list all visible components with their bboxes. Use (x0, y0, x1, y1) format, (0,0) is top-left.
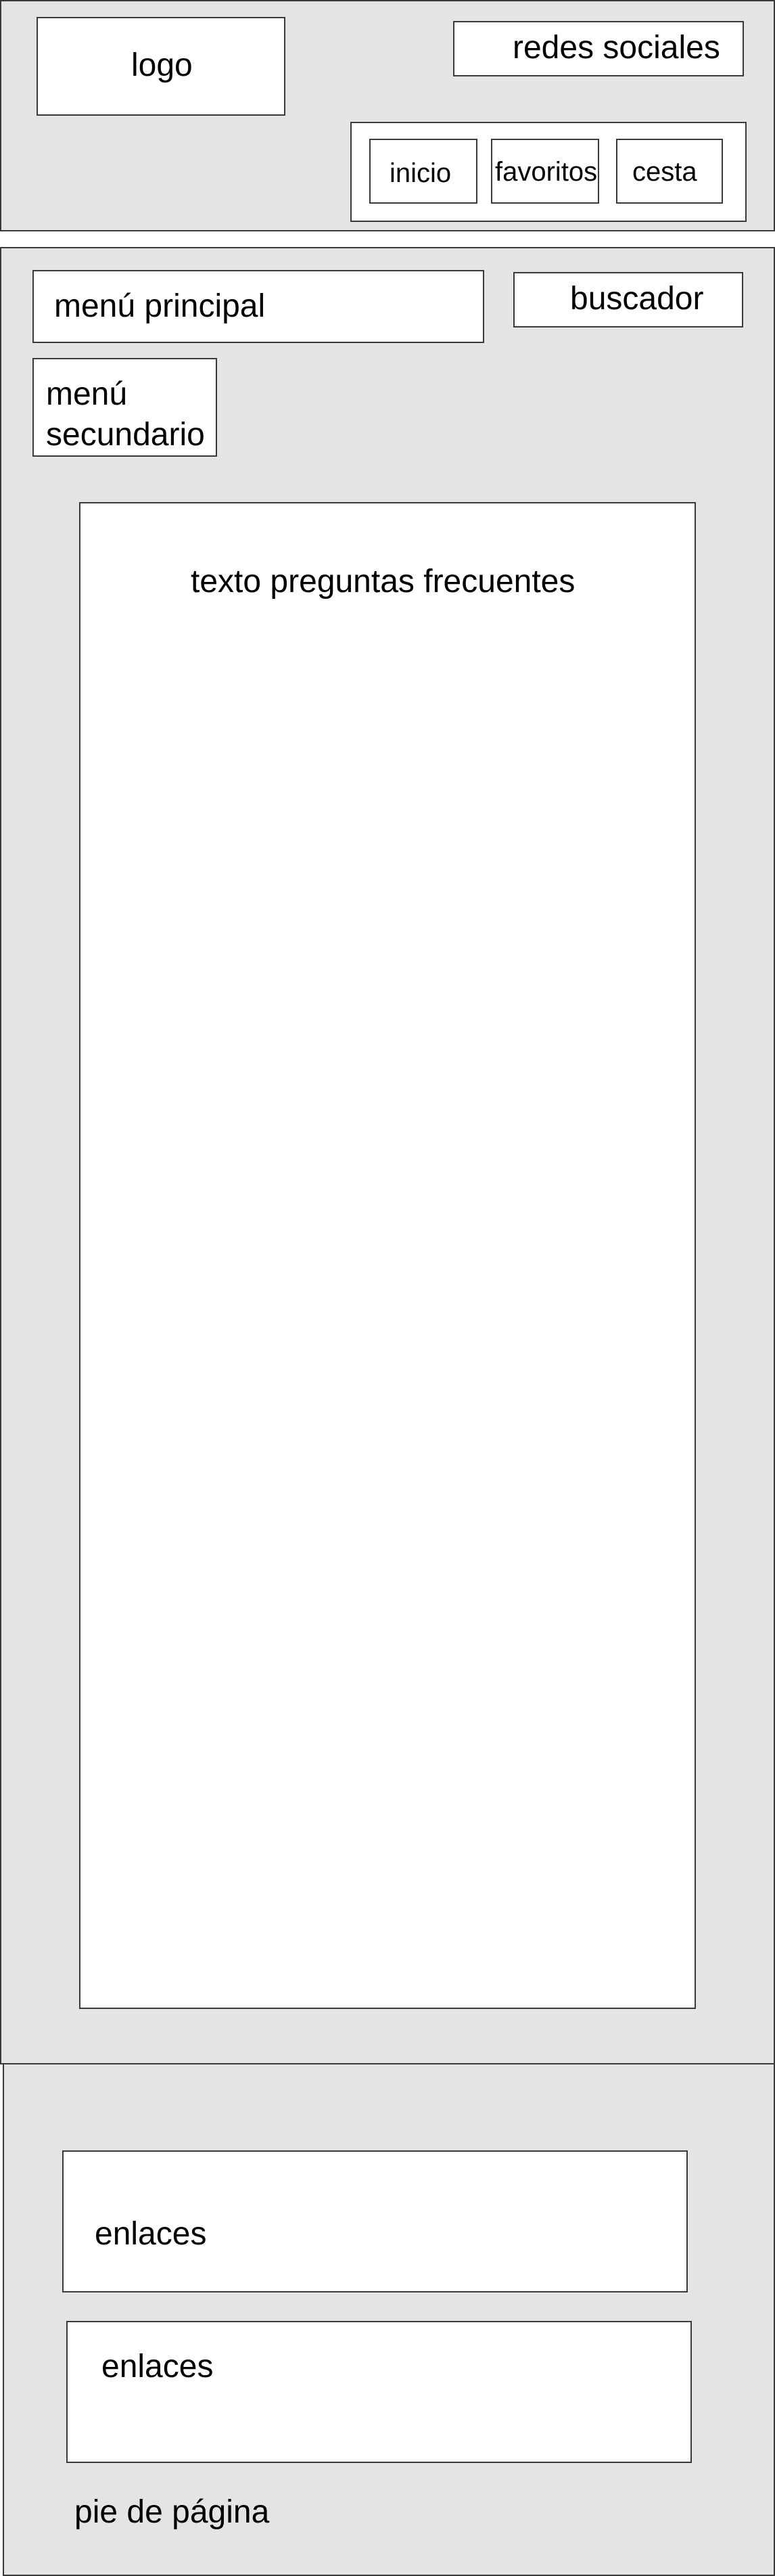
nav-cesta-label: cesta (632, 157, 697, 187)
footer-links-label-1: enlaces (95, 2216, 207, 2252)
social-media-box[interactable]: redes sociales (453, 21, 744, 76)
logo-box[interactable]: logo (37, 17, 285, 116)
secondary-menu-label-line2: secundario (46, 417, 205, 453)
main-menu-box[interactable]: menú principal (32, 270, 484, 343)
secondary-menu-label-line1: menú (46, 376, 128, 412)
search-box[interactable]: buscador (513, 272, 743, 327)
nav-inicio-button[interactable]: inicio (369, 139, 477, 204)
footer-links-label-2: enlaces (101, 2349, 214, 2385)
nav-cesta-button[interactable]: cesta (616, 139, 723, 204)
search-label: buscador (570, 281, 704, 317)
secondary-menu-box[interactable]: menú secundario (32, 358, 217, 457)
footer-label: pie de página (74, 2494, 270, 2530)
main-menu-label: menú principal (54, 288, 266, 324)
logo-label: logo (131, 47, 193, 83)
faq-text-label: texto preguntas frecuentes (191, 564, 576, 600)
faq-content-box: texto preguntas frecuentes (79, 502, 696, 2009)
footer-links-box-1[interactable]: enlaces (62, 2150, 688, 2292)
nav-inicio-label: inicio (390, 158, 452, 188)
nav-favoritos-button[interactable]: favoritos (491, 139, 599, 204)
nav-favoritos-label: favoritos (495, 157, 598, 187)
social-media-label: redes sociales (513, 30, 720, 66)
footer-links-box-2[interactable]: enlaces (66, 2321, 692, 2463)
